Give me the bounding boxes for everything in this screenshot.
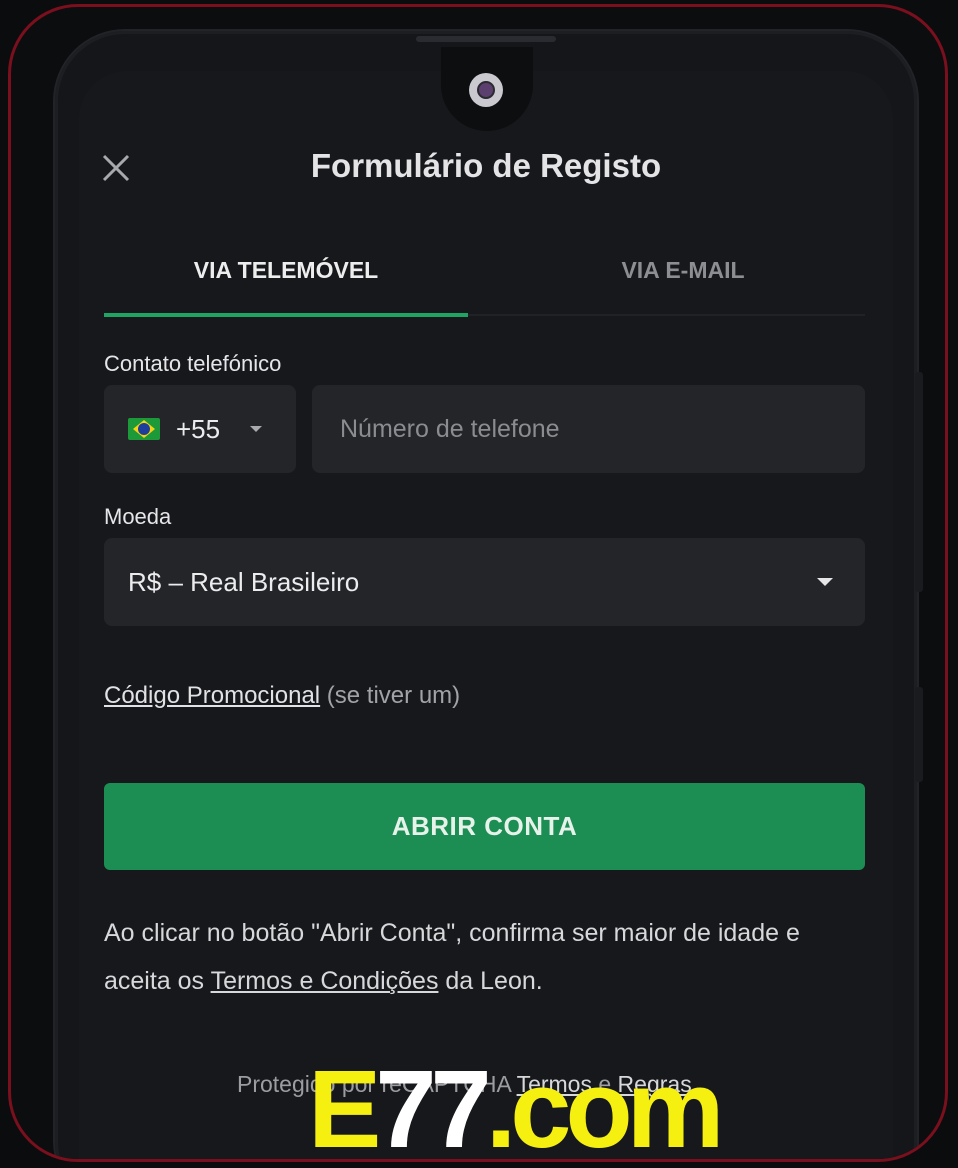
volume-button: [915, 372, 923, 592]
brazil-flag-icon: [128, 418, 160, 440]
chevron-down-icon: [250, 426, 263, 432]
phone-label: Contato telefónico: [104, 351, 282, 376]
country-code-select[interactable]: +55: [104, 385, 296, 473]
camera-lens: [477, 81, 495, 99]
watermark-e: E: [308, 1048, 381, 1162]
watermark-77: 77: [375, 1048, 491, 1162]
power-button: [915, 687, 923, 782]
currency-selected-value: R$ – Real Brasileiro: [128, 566, 360, 597]
page-title: Formulário de Registo: [310, 147, 662, 184]
watermark-com: .com: [485, 1048, 725, 1162]
close-icon-svg: [102, 154, 130, 182]
currency-select[interactable]: R$ – Real Brasileiro: [104, 538, 865, 626]
phone-number-field[interactable]: [312, 385, 865, 473]
currency-label: Moeda: [104, 504, 172, 529]
flag-globe: [138, 423, 150, 435]
tab-via-email[interactable]: VIA E-MAIL: [501, 257, 865, 297]
speaker-grille: [416, 36, 556, 42]
open-account-button[interactable]: ABRIR CONTA: [104, 783, 865, 870]
watermark-logo: E77.com: [308, 1055, 724, 1160]
chevron-down-icon: [817, 578, 833, 586]
consent-text: Ao clicar no botão "Abrir Conta", confir…: [104, 909, 834, 1005]
consent-text-after: da Leon.: [438, 967, 543, 995]
front-camera: [469, 73, 503, 107]
terms-conditions-link[interactable]: Termos e Condições: [211, 967, 439, 995]
promo-code-link[interactable]: Código Promocional: [104, 682, 320, 709]
tab-divider: [468, 314, 865, 316]
active-tab-indicator: [104, 313, 468, 317]
promo-code-row: Código Promocional (se tiver um): [104, 682, 460, 710]
tab-via-telemovel[interactable]: VIA TELEMÓVEL: [104, 257, 468, 297]
outer-frame: Formulário de Registo VIA TELEMÓVEL VIA …: [8, 4, 948, 1162]
close-icon[interactable]: [101, 153, 131, 183]
promo-code-note: (se tiver um): [326, 682, 461, 709]
dial-code: +55: [176, 413, 221, 444]
phone-number-input[interactable]: [338, 413, 865, 445]
